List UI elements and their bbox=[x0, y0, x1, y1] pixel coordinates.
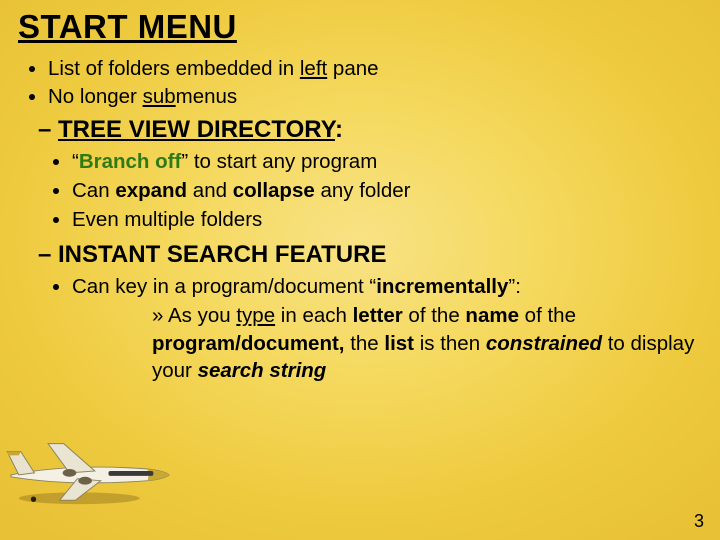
text: of the bbox=[519, 304, 576, 327]
page-number: 3 bbox=[694, 511, 704, 532]
text: in each bbox=[275, 304, 353, 327]
text-bold: name bbox=[465, 304, 519, 327]
dash: – bbox=[38, 116, 58, 143]
sub-sub-list: » As you type in each letter of the name… bbox=[72, 302, 702, 383]
text: pane bbox=[327, 57, 378, 80]
colon: : bbox=[335, 116, 343, 143]
text: ”: bbox=[508, 275, 521, 298]
bullet-item: Can key in a program/document “increment… bbox=[72, 273, 702, 383]
text: of the bbox=[403, 304, 466, 327]
inner-bullets: “Branch off” to start any program Can ex… bbox=[38, 148, 702, 233]
text-bold-italic: search string bbox=[198, 359, 327, 382]
text-bold: expand bbox=[115, 179, 187, 202]
bullet-item: “Branch off” to start any program bbox=[72, 148, 702, 175]
text: Can key in a program/document “ bbox=[72, 275, 376, 298]
text: Can bbox=[72, 179, 115, 202]
text: any folder bbox=[315, 179, 411, 202]
text: and bbox=[187, 179, 233, 202]
section-heading: – INSTANT SEARCH FEATURE bbox=[38, 241, 386, 268]
bullet-item: Even multiple folders bbox=[72, 206, 702, 233]
inner-bullets: Can key in a program/document “increment… bbox=[38, 273, 702, 383]
text-bold: letter bbox=[353, 304, 403, 327]
bullet-item: List of folders embedded in left pane bbox=[48, 56, 702, 83]
bullet-item: Can expand and collapse any folder bbox=[72, 177, 702, 204]
bullet-item: No longer submenus bbox=[48, 84, 702, 111]
text: List of folders embedded in bbox=[48, 57, 300, 80]
quote: “ bbox=[72, 150, 79, 173]
text: menus bbox=[176, 85, 238, 108]
text-bold: collapse bbox=[233, 179, 315, 202]
text: is then bbox=[414, 332, 486, 355]
sub-section: – INSTANT SEARCH FEATURE Can key in a pr… bbox=[38, 241, 702, 383]
text-underline: type bbox=[236, 304, 275, 327]
text-bold-italic: constrained bbox=[486, 332, 602, 355]
marker: » bbox=[152, 304, 168, 327]
sub-section: – TREE VIEW DIRECTORY: “Branch off” to s… bbox=[38, 116, 702, 233]
text-underline: sub bbox=[143, 85, 176, 108]
airplane-icon bbox=[0, 430, 178, 508]
section-heading: – TREE VIEW DIRECTORY: bbox=[38, 116, 343, 143]
text: the bbox=[345, 332, 385, 355]
sub-section-list: – TREE VIEW DIRECTORY: “Branch off” to s… bbox=[18, 116, 702, 383]
heading-text: TREE VIEW DIRECTORY bbox=[58, 116, 335, 143]
slide-title: START MENU bbox=[18, 8, 702, 46]
text: ” to start any program bbox=[181, 150, 377, 173]
text-underline: left bbox=[300, 57, 327, 80]
dash: – bbox=[38, 241, 58, 268]
text-bold: program/document bbox=[152, 332, 339, 355]
heading-text: INSTANT SEARCH FEATURE bbox=[58, 241, 386, 268]
text-bold: incrementally bbox=[376, 275, 508, 298]
text-emphasis-green: Branch off bbox=[79, 150, 182, 173]
text: As you bbox=[168, 304, 236, 327]
text: No longer bbox=[48, 85, 143, 108]
slide: START MENU List of folders embedded in l… bbox=[0, 0, 720, 384]
text-bold: list bbox=[384, 332, 414, 355]
bullet-list-main: List of folders embedded in left pane No… bbox=[18, 56, 702, 110]
sub-sub-item: » As you type in each letter of the name… bbox=[152, 302, 702, 383]
